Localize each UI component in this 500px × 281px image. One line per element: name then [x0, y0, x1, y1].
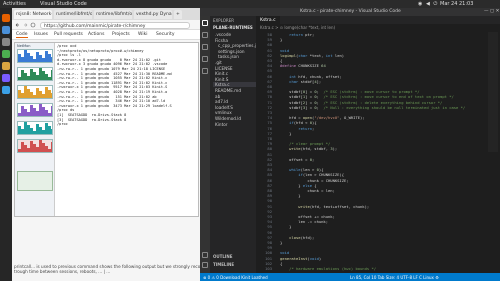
editor-area[interactable]: Kstra.c Kstra.c > ⊙ lomge(char *text, in…: [256, 16, 500, 273]
vscode-titlebar: Kstra.c - pirate-chimney - Visual Studio…: [200, 8, 500, 16]
graph-bar: [51, 70, 52, 80]
system-monitor-panel: NetMon: [15, 43, 55, 216]
repo-tab-code[interactable]: Code: [16, 32, 28, 38]
status-bar: ⊗ 0 ⚠ 0 Download Kinit Loathed Ln 85, Co…: [200, 273, 500, 281]
workspace-section[interactable]: PLANE-RUNTIMES: [213, 25, 253, 30]
run-debug-icon[interactable]: [202, 56, 208, 62]
dock-app-icon[interactable]: [2, 38, 10, 46]
explorer-file-item[interactable]: .vscode: [213, 32, 231, 37]
explorer-file-item[interactable]: Kintor: [213, 122, 228, 127]
explorer-file-item[interactable]: Wildemod.ld: [213, 116, 241, 121]
browser-tab[interactable]: rsntime/libfmt/oo:: [94, 10, 132, 19]
explorer-title: EXPLORER: [213, 18, 234, 23]
browser-tab[interactable]: vexthd.py Dynamic: [134, 10, 172, 19]
system-top-bar: Activities Visual Studio Code ◉ ◀ ⏻ Mar …: [0, 0, 500, 8]
dock-app-icon[interactable]: [2, 26, 10, 34]
outline-section[interactable]: OUTLINE: [213, 254, 233, 259]
browser-tab[interactable]: rsjsn8: Network-Ne: [14, 10, 52, 19]
code-view[interactable]: 58 return ptr; 59} 60 61 void 62 logimpl(char …: [256, 32, 500, 273]
browser-toolbar: https://github.com/mainmic/pirate-r/chim…: [12, 20, 200, 30]
graph-bar: [51, 129, 52, 134]
window-title: Kstra.c - pirate-chimney - Visual Studio…: [300, 9, 401, 14]
timeline-section[interactable]: TIMELINE: [213, 262, 234, 267]
editor-tab-strip: Kstra.c: [256, 16, 500, 24]
terminal-output[interactable]: /proc ocd ~/nextproto/os/netoproto/proc#-…: [57, 44, 199, 127]
explorer-file-item[interactable]: LICENSE: [213, 66, 233, 71]
browser-window: rsjsn8: Network-Ne runtime/libfmt/oo: rs…: [12, 8, 200, 281]
status-right[interactable]: Ln 85, Col 10 Tab Size: 4 UTF-8 LF C Lin…: [350, 275, 439, 280]
graph-bar: [51, 106, 52, 116]
account-icon[interactable]: [202, 252, 208, 258]
memory-graph: [17, 67, 53, 81]
graph-bar: [51, 142, 52, 152]
dock-app-icon[interactable]: [2, 50, 10, 58]
active-app-name[interactable]: Visual Studio Code: [40, 1, 87, 7]
explorer-file-item[interactable]: ad7.ld: [213, 99, 228, 104]
dock-app-icon[interactable]: [2, 14, 10, 22]
repo-tab-pull-requests[interactable]: Pull requests: [54, 32, 83, 37]
address-bar[interactable]: https://github.com/mainmic/pirate-r/chim…: [40, 22, 190, 29]
activity-bar: [200, 16, 210, 273]
nav-buttons-icon[interactable]: [15, 22, 37, 28]
dock-app-icon[interactable]: [2, 86, 10, 94]
editor-tab[interactable]: Kstra.c: [256, 16, 280, 24]
code-line[interactable]: 103 /* hardware emulations (hwc) bounds …: [256, 266, 500, 272]
dock: [0, 8, 12, 281]
explorer-file-item[interactable]: loadelf.S: [213, 105, 233, 110]
network-graph: [17, 85, 53, 99]
explorer-file-item[interactable]: vmlinux: [213, 110, 232, 115]
terminal-line: /proc: [57, 122, 70, 127]
minimap[interactable]: [488, 32, 498, 152]
repo-tab-actions[interactable]: Actions: [88, 32, 104, 37]
explorer-file-item[interactable]: Kinit.c: [213, 71, 228, 76]
explorer-file-item[interactable]: Ficsha: [213, 38, 228, 43]
explorer-file-item[interactable]: Kinit.S: [213, 77, 228, 82]
explorer-file-item[interactable]: .git: [213, 60, 222, 65]
repo-tab-issues[interactable]: Issues: [34, 32, 48, 37]
window-controls-icon[interactable]: — ▢ ✕: [484, 9, 499, 14]
clock[interactable]: Mar 24 21:03: [440, 1, 473, 7]
line-number: 103: [265, 266, 272, 271]
repo-nav: Code Issues Pull requests Actions Projec…: [12, 30, 200, 40]
extensions-icon[interactable]: [202, 68, 208, 74]
dock-app-icon[interactable]: [2, 62, 10, 70]
explorer-file-item[interactable]: README.md: [213, 88, 241, 93]
explorer-icon[interactable]: [202, 20, 208, 26]
disk-graph: [17, 103, 53, 117]
system-tray[interactable]: ◉ ◀ ⏻: [418, 1, 438, 7]
cpu-graph: [17, 49, 53, 63]
temp-graph: [17, 139, 53, 153]
explorer-file-item[interactable]: tasks.json: [213, 54, 239, 59]
browser-tab[interactable]: runtime/libfmt/oo:: [54, 10, 92, 19]
repo-tab-projects[interactable]: Projects: [112, 32, 130, 37]
repo-tab-security[interactable]: Security: [156, 32, 174, 37]
new-tab-button[interactable]: +: [174, 10, 182, 19]
source-control-icon[interactable]: [202, 44, 208, 50]
repo-tab-wiki[interactable]: Wiki: [138, 32, 147, 37]
code-text[interactable]: /* hardware emulations (hwc) bounds */: [280, 266, 376, 271]
doc-line: trough time between sessions, reboots, .…: [14, 269, 111, 274]
graph-bar: [51, 57, 52, 62]
browser-tab-strip: rsjsn8: Network-Ne runtime/libfmt/oo: rs…: [12, 8, 200, 20]
dock-app-icon[interactable]: [2, 74, 10, 82]
status-panel: [17, 171, 53, 191]
gear-icon[interactable]: [202, 262, 208, 268]
monitor-label: NetMon: [17, 44, 31, 48]
status-left[interactable]: ⊗ 0 ⚠ 0 Download Kinit Loathed: [203, 275, 268, 280]
load-graph: [17, 121, 53, 135]
explorer-panel: EXPLORER PLANE-RUNTIMES OUTLINE TIMELINE…: [210, 16, 263, 273]
terminal-window[interactable]: NetMon /proc ocd ~/nextproto/os/netoproto…: [14, 42, 199, 217]
explorer-file-item[interactable]: ab: [213, 94, 220, 99]
vscode-window: Kstra.c - pirate-chimney - Visual Studio…: [200, 8, 500, 281]
explorer-file-item[interactable]: settings.json: [213, 49, 245, 54]
breadcrumb[interactable]: Kstra.c > ⊙ lomge(char *text, int len): [260, 25, 335, 30]
search-icon[interactable]: [202, 32, 208, 38]
explorer-file-item[interactable]: Kstra.c: [213, 82, 256, 88]
doc-paragraph: printcall... is used to previous command…: [14, 264, 200, 274]
activities-button[interactable]: Activities: [3, 1, 26, 7]
graph-bar: [51, 93, 52, 98]
